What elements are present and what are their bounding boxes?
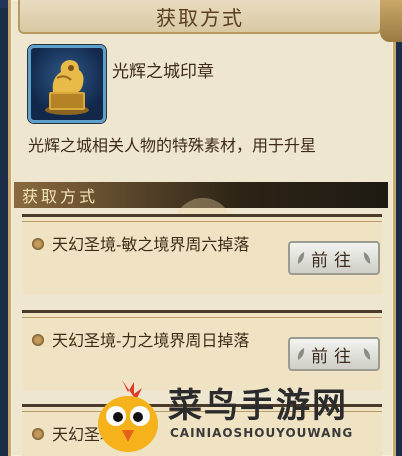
goto-button[interactable]: 前往 xyxy=(288,337,380,371)
leaf-icon xyxy=(297,252,305,264)
source-text: 天幻圣境-力之境界周日掉落 xyxy=(52,331,250,350)
source-entry: 天幻圣境-敏之境界周六掉落 前往 xyxy=(22,214,382,294)
source-text: 天幻圣境-敏之境界周六掉落 xyxy=(52,235,250,254)
leaf-icon xyxy=(297,348,305,360)
item-name: 光辉之城印章 xyxy=(112,62,214,82)
watermark-title: 菜鸟手游网 xyxy=(168,386,348,426)
bullet-icon xyxy=(32,428,44,440)
leaf-icon xyxy=(363,348,371,360)
close-corner-icon[interactable] xyxy=(380,0,402,42)
leaf-icon xyxy=(363,252,371,264)
goto-button[interactable]: 前往 xyxy=(288,241,380,275)
dialog-title: 获取方式 xyxy=(156,5,244,30)
item-description: 光辉之城相关人物的特殊素材，用于升星 xyxy=(28,136,317,155)
bullet-icon xyxy=(32,238,44,250)
watermark-subtitle: CAINIAOSHOUYOUWANG xyxy=(170,426,354,440)
section-title: 获取方式 xyxy=(22,187,99,206)
goto-button-label: 前往 xyxy=(311,250,357,271)
dialog-title-bar: 获取方式 xyxy=(18,0,382,34)
bullet-icon xyxy=(32,334,44,346)
item-header: 光辉之城印章 xyxy=(28,45,378,125)
cainiao-bird-logo xyxy=(98,380,158,452)
golden-lion-seal-icon xyxy=(28,45,106,123)
goto-button-label: 前往 xyxy=(311,346,357,367)
